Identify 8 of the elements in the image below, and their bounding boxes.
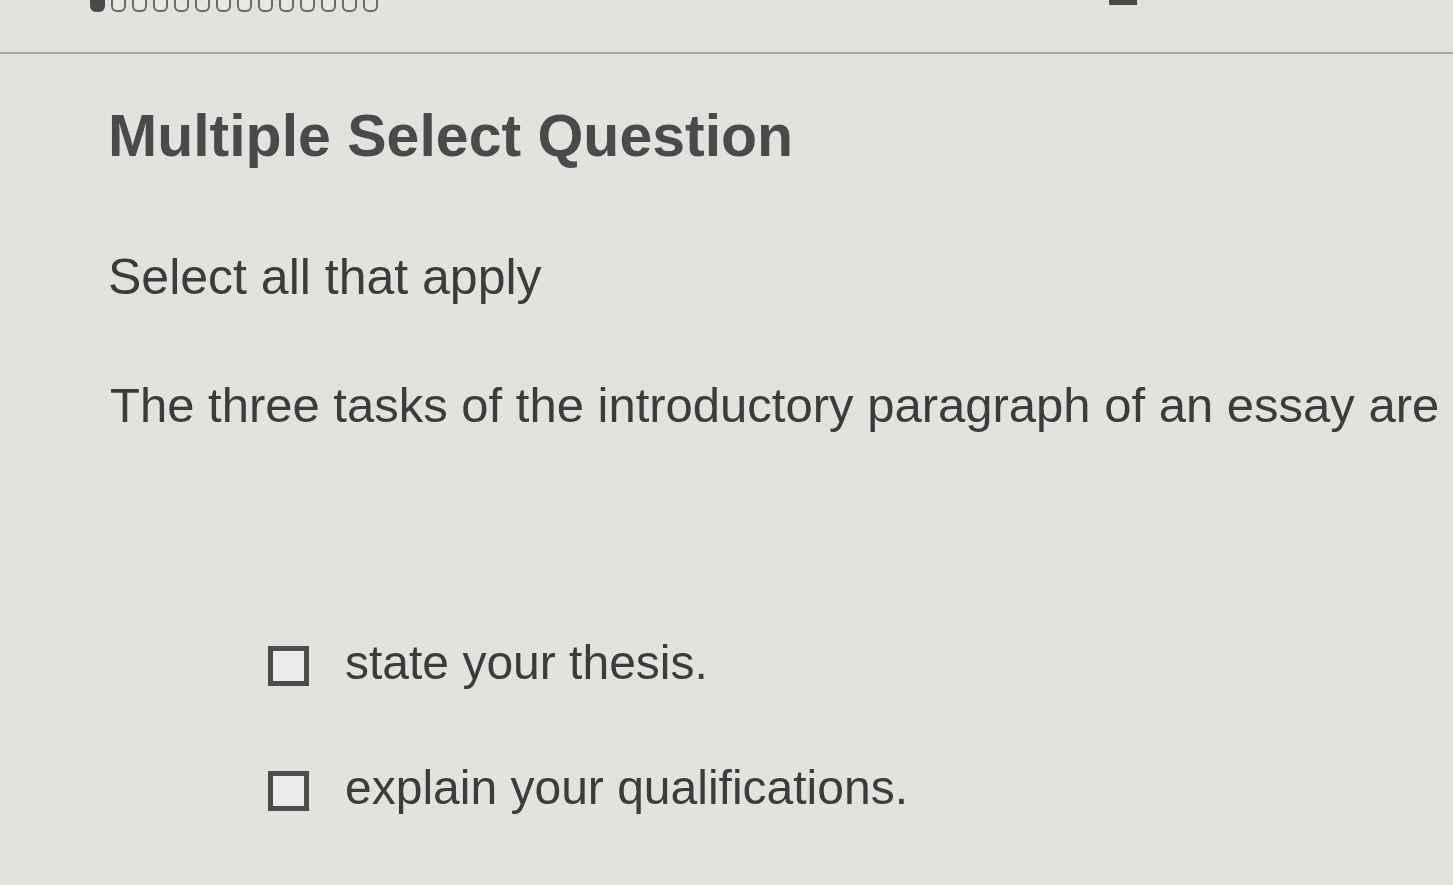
question-type-title: Multiple Select Question xyxy=(108,102,795,170)
question-text: The three tasks of the introductory paragraph of an essay are xyxy=(110,377,1441,434)
option-label[interactable]: explain your qualifications. xyxy=(345,760,908,815)
option-label[interactable]: state your thesis. xyxy=(345,635,708,690)
checkbox[interactable] xyxy=(268,645,309,686)
bar-icon xyxy=(1109,0,1137,5)
instruction-text: Select all that apply xyxy=(108,249,543,306)
checkbox[interactable] xyxy=(268,770,309,811)
